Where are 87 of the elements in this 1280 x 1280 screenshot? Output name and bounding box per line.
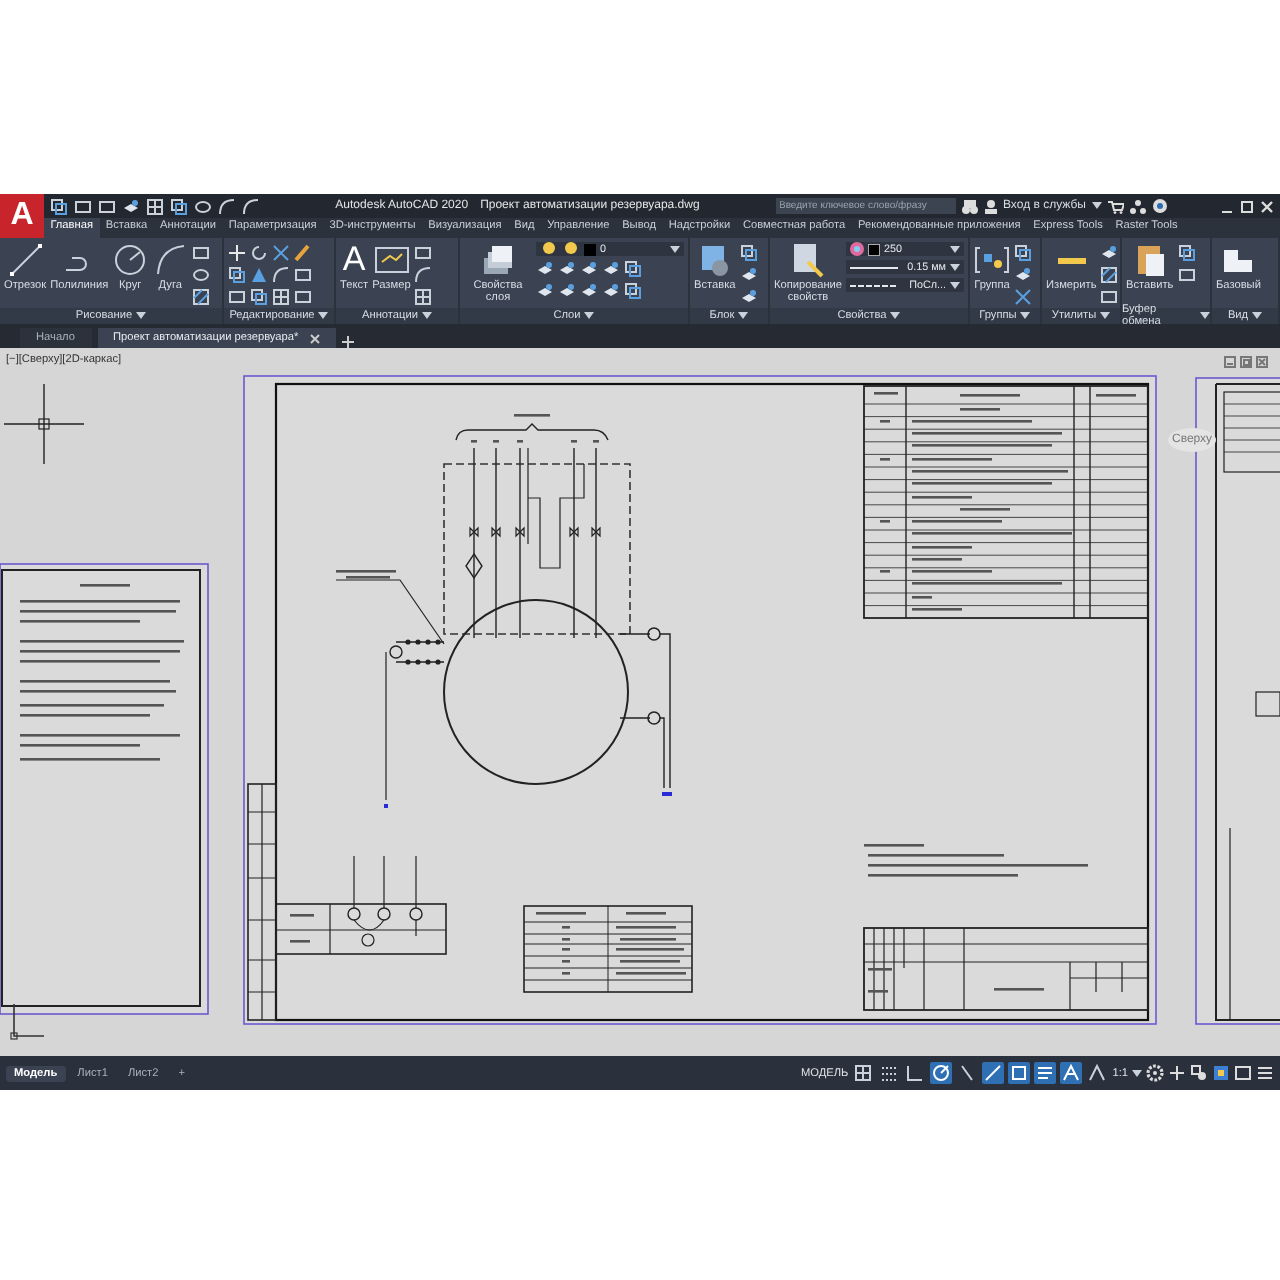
color-swatch-icon[interactable] xyxy=(584,243,596,255)
layer-icon[interactable] xyxy=(1100,244,1119,262)
copy-icon[interactable] xyxy=(739,244,758,262)
copy-icon[interactable] xyxy=(1014,244,1032,262)
menu-icon[interactable] xyxy=(1256,1064,1274,1082)
square-icon[interactable] xyxy=(294,288,312,306)
layer-icon[interactable] xyxy=(558,282,576,300)
move-icon[interactable] xyxy=(228,244,246,262)
square-icon[interactable] xyxy=(1177,266,1196,284)
caret-icon[interactable] xyxy=(1100,312,1111,320)
dimension-icon[interactable] xyxy=(373,242,410,278)
cut-icon[interactable] xyxy=(1014,288,1032,306)
caret-icon[interactable] xyxy=(1092,202,1102,210)
caret-icon[interactable] xyxy=(1132,1069,1142,1077)
caret-icon[interactable] xyxy=(738,312,749,320)
layer-icon[interactable] xyxy=(602,282,620,300)
color-swatch-icon[interactable] xyxy=(868,243,880,255)
grid-icon[interactable] xyxy=(272,288,290,306)
close-icon[interactable] xyxy=(310,333,321,343)
maximize-icon[interactable] xyxy=(1240,199,1254,213)
linetype-icon[interactable] xyxy=(850,279,898,291)
copy-icon[interactable] xyxy=(170,197,188,215)
block-icon[interactable] xyxy=(696,242,733,278)
grid-icon[interactable] xyxy=(146,197,164,215)
line-icon[interactable] xyxy=(7,242,44,278)
hatch-icon[interactable] xyxy=(1100,266,1119,284)
square-icon[interactable] xyxy=(192,244,211,262)
square-icon[interactable] xyxy=(1100,288,1119,306)
ellipse-icon[interactable] xyxy=(192,266,211,284)
hatch-icon[interactable] xyxy=(192,288,211,306)
layer-icon[interactable] xyxy=(1014,266,1032,284)
plus-icon[interactable] xyxy=(1168,1064,1186,1082)
square-icon[interactable] xyxy=(74,197,92,215)
cart-icon[interactable] xyxy=(1108,199,1124,213)
curve-icon[interactable] xyxy=(414,266,433,284)
square-icon[interactable] xyxy=(98,197,116,215)
copy-icon[interactable] xyxy=(50,197,68,215)
arc-icon[interactable] xyxy=(152,242,189,278)
hardware-icon[interactable] xyxy=(1212,1064,1230,1082)
grid-icon[interactable] xyxy=(414,288,433,306)
curve-icon[interactable] xyxy=(272,266,290,284)
plus-icon[interactable] xyxy=(342,336,355,348)
layer-icon[interactable] xyxy=(602,260,620,278)
circle-icon[interactable] xyxy=(112,242,149,278)
square-icon[interactable] xyxy=(294,266,312,284)
group-icon[interactable] xyxy=(974,242,1010,278)
caret-icon[interactable] xyxy=(136,312,147,320)
color-wheel-icon[interactable] xyxy=(850,242,864,256)
crosshair-icon xyxy=(3,383,85,465)
ucs-icon xyxy=(10,1003,45,1040)
layer-icon[interactable] xyxy=(558,260,576,278)
layer-icon[interactable] xyxy=(739,266,758,284)
help-icon[interactable] xyxy=(1152,198,1168,214)
caret-icon[interactable] xyxy=(670,245,680,253)
caret-icon[interactable] xyxy=(1020,312,1031,320)
square-icon[interactable] xyxy=(228,288,246,306)
gear-icon[interactable] xyxy=(1146,1064,1164,1082)
layer-icon[interactable] xyxy=(580,260,598,278)
app-logo[interactable]: A xyxy=(0,194,44,238)
layer-icon[interactable] xyxy=(536,260,554,278)
rotate-icon[interactable] xyxy=(250,244,268,262)
lineweight-icon[interactable] xyxy=(850,261,898,273)
caret-icon[interactable] xyxy=(421,312,432,320)
network-icon[interactable] xyxy=(1130,199,1146,213)
caret-icon[interactable] xyxy=(584,312,595,320)
caret-icon[interactable] xyxy=(318,312,329,320)
copy-icon[interactable] xyxy=(1177,244,1196,262)
layer-icon[interactable] xyxy=(580,282,598,300)
restore-icon[interactable] xyxy=(1240,356,1252,368)
binoculars-icon[interactable] xyxy=(961,199,977,213)
layer-icon[interactable] xyxy=(536,282,554,300)
ellipse-icon[interactable] xyxy=(194,197,212,215)
layer-icon[interactable] xyxy=(122,197,140,215)
caret-icon[interactable] xyxy=(1252,312,1263,320)
caret-icon[interactable] xyxy=(890,312,901,320)
caret-icon[interactable] xyxy=(1200,312,1210,320)
layers-icon[interactable] xyxy=(480,242,516,278)
cut-icon[interactable] xyxy=(272,244,290,262)
text-tool-icon[interactable]: A xyxy=(342,242,366,278)
isolate-icon[interactable] xyxy=(1190,1064,1208,1082)
square-icon[interactable] xyxy=(414,244,433,262)
pencil-icon[interactable] xyxy=(294,244,312,262)
brush-icon[interactable] xyxy=(790,242,826,278)
layer-icon[interactable] xyxy=(739,288,758,306)
user-icon[interactable] xyxy=(983,199,997,213)
fullscreen-icon[interactable] xyxy=(1234,1064,1252,1082)
triangle-icon[interactable] xyxy=(250,266,268,284)
